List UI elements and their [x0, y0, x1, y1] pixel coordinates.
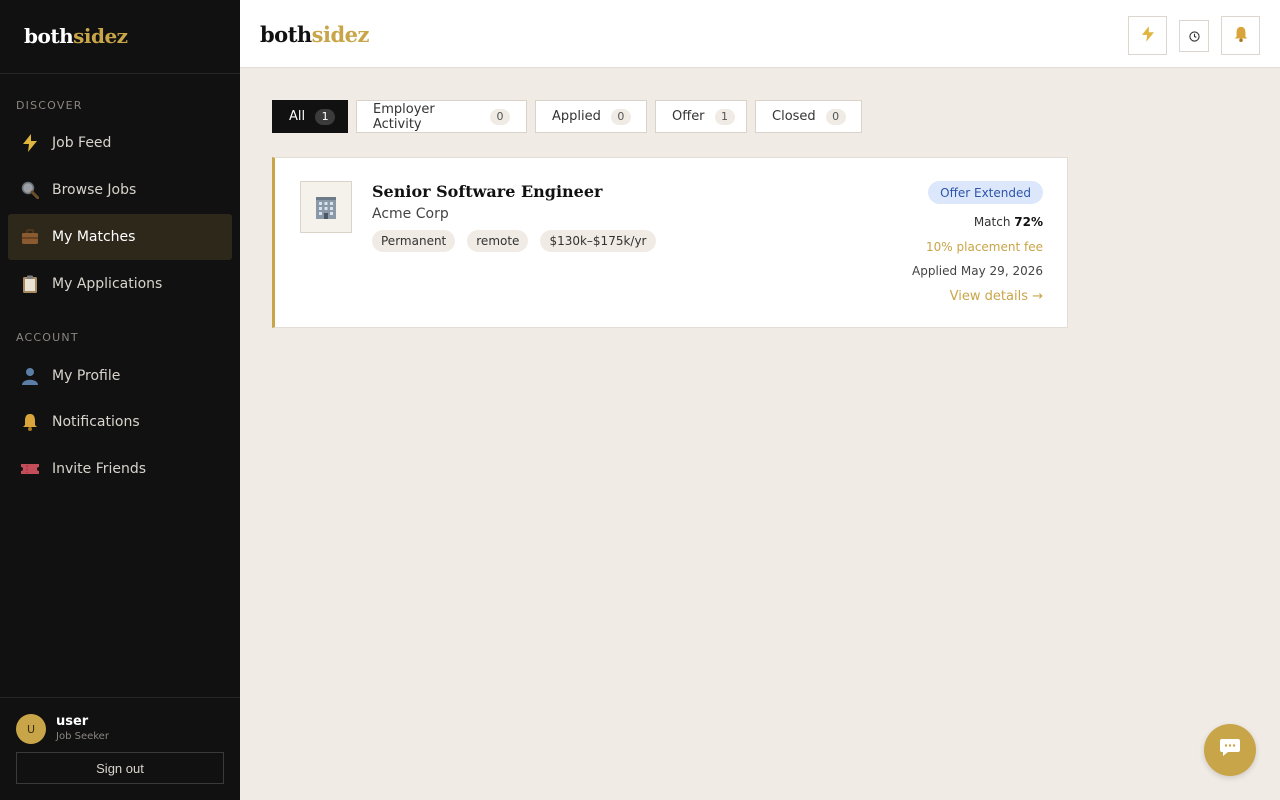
logo-text-both: both	[24, 24, 74, 48]
match-label: Match	[973, 215, 1011, 229]
tag-location: remote	[467, 230, 529, 252]
placement-fee: 10% placement fee	[926, 240, 1043, 254]
lightning-icon	[20, 133, 40, 153]
lightning-icon	[1141, 25, 1154, 46]
tab-count: 0	[610, 108, 631, 125]
job-tags: Permanent remote $130k–$175k/yr	[372, 230, 656, 252]
sidebar: bothsidez DISCOVER Job Feed Browse Jobs …	[0, 0, 240, 800]
section-label-discover: DISCOVER	[16, 99, 83, 112]
logo-text-both: both	[260, 22, 312, 47]
tab-closed[interactable]: Closed 0	[755, 100, 862, 133]
briefcase-icon	[20, 227, 40, 247]
user-role: Job Seeker	[56, 731, 109, 742]
tab-applied[interactable]: Applied 0	[535, 100, 647, 133]
sidebar-item-label: My Applications	[52, 276, 163, 292]
sidebar-divider	[0, 73, 240, 74]
sidebar-item-my-profile[interactable]: My Profile	[8, 353, 232, 399]
view-details-link[interactable]: View details →	[950, 289, 1043, 304]
sidebar-item-label: Browse Jobs	[52, 182, 137, 198]
sidebar-item-notifications[interactable]: Notifications	[8, 399, 232, 445]
office-building-icon	[300, 181, 352, 233]
header-logo[interactable]: bothsidez	[260, 22, 369, 47]
logo-text-sidez: sidez	[73, 24, 128, 48]
match-value: 72%	[1014, 215, 1043, 229]
job-title[interactable]: Senior Software Engineer	[372, 182, 602, 201]
sidebar-item-label: My Profile	[52, 368, 121, 384]
tab-offer[interactable]: Offer 1	[655, 100, 747, 133]
sidebar-item-label: Invite Friends	[52, 461, 147, 477]
tab-label: All	[289, 109, 306, 124]
tab-label: Closed	[772, 109, 816, 124]
logo-text-sidez: sidez	[311, 22, 370, 47]
chat-bubble-icon	[1219, 738, 1241, 762]
magnifier-icon	[20, 180, 40, 200]
ticket-icon	[20, 459, 40, 479]
sidebar-item-label: My Matches	[52, 229, 136, 245]
sidebar-item-browse-jobs[interactable]: Browse Jobs	[8, 167, 232, 213]
clock-icon	[1188, 27, 1200, 46]
bell-icon	[20, 412, 40, 432]
user-name: user	[56, 714, 89, 729]
tab-label: Employer Activity	[373, 101, 435, 132]
tab-count: 1	[315, 108, 336, 125]
match-score: Match 72%	[974, 215, 1043, 229]
sidebar-item-my-applications[interactable]: My Applications	[8, 261, 232, 307]
tab-count: 0	[825, 108, 846, 125]
avatar[interactable]: U	[16, 714, 46, 744]
bell-icon	[1233, 26, 1249, 46]
clipboard-icon	[20, 274, 40, 294]
sign-out-button[interactable]: Sign out	[16, 752, 224, 784]
sidebar-item-label: Notifications	[52, 414, 140, 430]
sidebar-item-label: Job Feed	[52, 135, 112, 151]
sidebar-item-invite-friends[interactable]: Invite Friends	[8, 446, 232, 492]
status-badge: Offer Extended	[928, 181, 1043, 204]
sidebar-item-my-matches[interactable]: My Matches	[8, 214, 232, 260]
tab-count: 0	[490, 108, 510, 125]
section-label-account: ACCOUNT	[16, 331, 79, 344]
tab-label: Applied	[552, 109, 601, 124]
sidebar-logo[interactable]: bothsidez	[24, 24, 128, 48]
tag-employment-type: Permanent	[372, 230, 456, 252]
quick-action-button[interactable]	[1128, 16, 1167, 55]
sidebar-footer-divider	[0, 697, 240, 698]
tag-salary: $130k–$175k/yr	[540, 230, 656, 252]
notifications-button[interactable]	[1221, 16, 1260, 55]
history-button[interactable]	[1179, 20, 1209, 52]
chat-button[interactable]	[1204, 724, 1256, 776]
tab-label: Offer	[672, 109, 705, 124]
sidebar-item-job-feed[interactable]: Job Feed	[8, 120, 232, 166]
top-header: bothsidez	[240, 0, 1280, 68]
person-icon	[20, 366, 40, 386]
tab-employer-activity[interactable]: Employer Activity 0	[356, 100, 527, 133]
match-card[interactable]: Senior Software Engineer Acme Corp Perma…	[272, 157, 1068, 328]
company-name: Acme Corp	[372, 206, 449, 222]
applied-date: Applied May 29, 2026	[912, 264, 1043, 278]
tab-all[interactable]: All 1	[272, 100, 348, 133]
tab-count: 1	[714, 108, 735, 125]
